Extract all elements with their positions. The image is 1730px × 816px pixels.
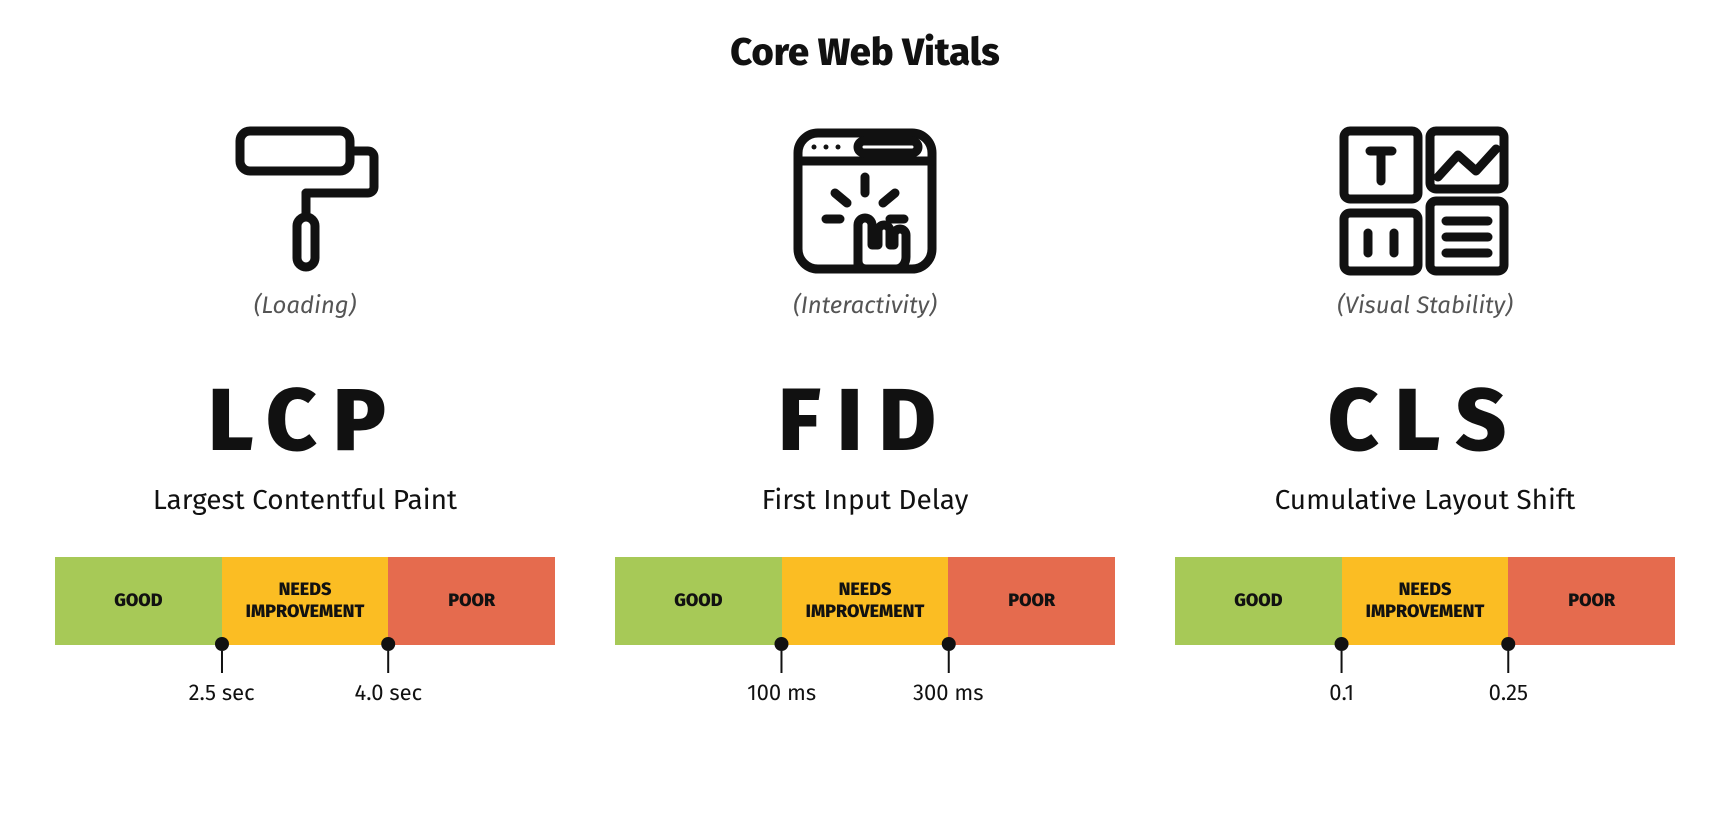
segment-good: GOOD [615, 557, 782, 645]
layout-shift-icon [1330, 116, 1520, 286]
threshold-mark: 2.5 sec [189, 637, 255, 706]
touch-screen-icon [780, 116, 950, 286]
paint-roller-icon [220, 116, 390, 286]
metrics-row: (Loading) LCP Largest Contentful Paint G… [20, 116, 1710, 705]
threshold-bar: GOOD NEEDS IMPROVEMENT POOR [615, 557, 1115, 645]
metric-abbr: LCP [208, 378, 402, 466]
segment-needs: NEEDS IMPROVEMENT [222, 557, 389, 645]
threshold-bar: GOOD NEEDS IMPROVEMENT POOR [1175, 557, 1675, 645]
metric-fid: (Interactivity) FID First Input Delay GO… [615, 116, 1115, 705]
metric-abbr: FID [778, 378, 952, 466]
threshold-value: 0.25 [1489, 679, 1528, 706]
metric-abbr: CLS [1328, 378, 1523, 466]
metric-full-name: Cumulative Layout Shift [1275, 484, 1576, 517]
threshold-mark: 4.0 sec [354, 637, 422, 706]
segment-poor: POOR [948, 557, 1115, 645]
segment-needs: NEEDS IMPROVEMENT [782, 557, 949, 645]
threshold-value: 100 ms [747, 679, 816, 706]
metric-full-name: First Input Delay [762, 484, 969, 517]
threshold-mark: 100 ms [747, 637, 816, 706]
threshold-value: 0.1 [1329, 679, 1354, 706]
segment-needs: NEEDS IMPROVEMENT [1342, 557, 1509, 645]
metric-caption: (Visual Stability) [1337, 292, 1513, 320]
metric-cls: (Visual Stability) CLS Cumulative Layout… [1175, 116, 1675, 705]
segment-poor: POOR [1508, 557, 1675, 645]
threshold-mark: 300 ms [913, 637, 984, 706]
threshold-bar: GOOD NEEDS IMPROVEMENT POOR [55, 557, 555, 645]
threshold-value: 4.0 sec [354, 679, 422, 706]
page: Core Web Vitals (Loading) LCP Largest Co… [0, 0, 1730, 705]
segment-poor: POOR [388, 557, 555, 645]
segment-good: GOOD [1175, 557, 1342, 645]
threshold-marks: 0.1 0.25 [1175, 645, 1675, 705]
threshold-mark: 0.25 [1489, 637, 1528, 706]
metric-caption: (Loading) [254, 292, 357, 320]
segment-good: GOOD [55, 557, 222, 645]
threshold-mark: 0.1 [1329, 637, 1354, 706]
metric-lcp: (Loading) LCP Largest Contentful Paint G… [55, 116, 555, 705]
threshold-marks: 100 ms 300 ms [615, 645, 1115, 705]
page-title: Core Web Vitals [20, 30, 1710, 76]
threshold-value: 2.5 sec [189, 679, 255, 706]
metric-caption: (Interactivity) [793, 292, 937, 320]
threshold-value: 300 ms [913, 679, 984, 706]
threshold-marks: 2.5 sec 4.0 sec [55, 645, 555, 705]
metric-full-name: Largest Contentful Paint [153, 484, 457, 517]
